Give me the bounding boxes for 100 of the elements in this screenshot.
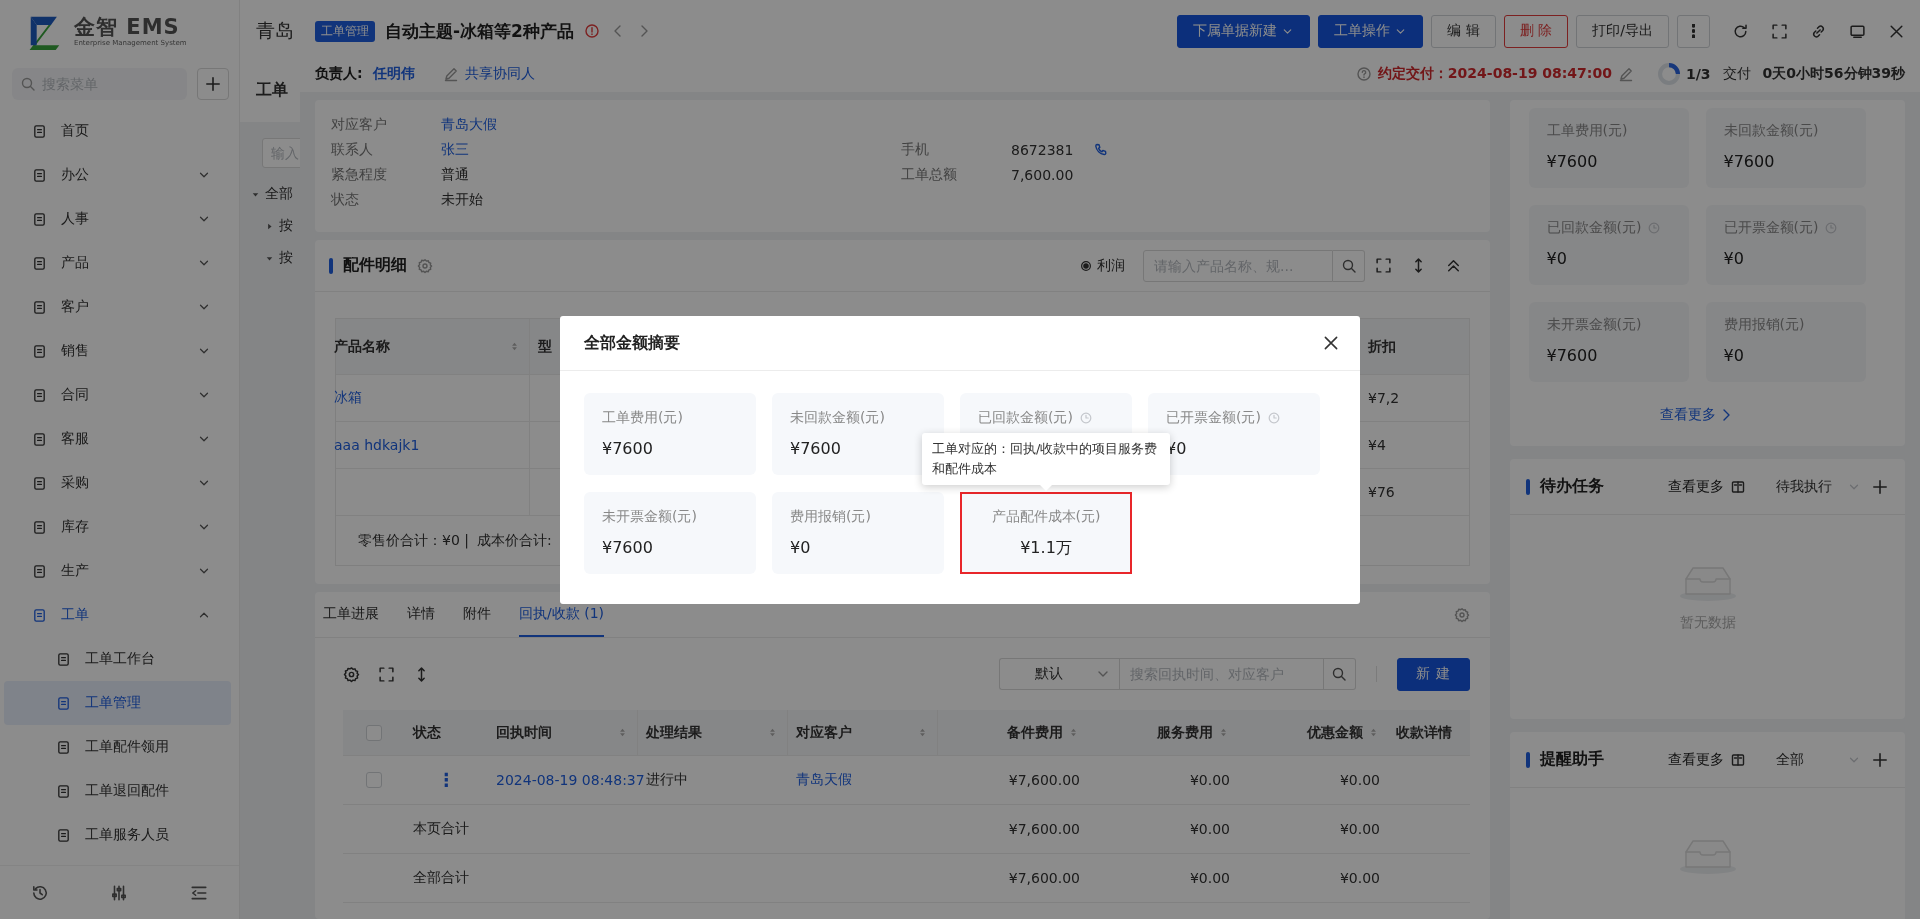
menu-item[interactable]: 客服 [4, 417, 231, 461]
tab[interactable]: 详情 [407, 592, 435, 637]
filter-select[interactable]: 待我执行 [1776, 477, 1861, 496]
tree-node[interactable]: 按 [250, 210, 300, 242]
menu-item[interactable]: 人事 [4, 197, 231, 241]
search-button[interactable] [1323, 658, 1356, 690]
page-icon [32, 607, 47, 623]
table-cell: ¥0.00 [1339, 870, 1380, 886]
menu-item[interactable]: 办公 [4, 153, 231, 197]
field-link[interactable]: 张三 [441, 140, 469, 159]
menu-item[interactable]: 库存 [4, 505, 231, 549]
dropdown-button[interactable]: 工单操作 [1318, 14, 1424, 48]
filter-select[interactable]: 全部 [1776, 750, 1861, 769]
view-more-link[interactable]: 查看更多 [1668, 477, 1746, 496]
action-button[interactable]: 编 辑 [1431, 14, 1496, 48]
row-menu-button[interactable]: ⋮ [433, 771, 460, 789]
column-header[interactable]: 对应客户 [796, 723, 852, 742]
fullscreen-icon[interactable] [1375, 257, 1392, 274]
column-header[interactable]: 产品名称 [334, 337, 390, 356]
settings-icon[interactable] [417, 257, 433, 274]
share-link[interactable]: 共享协同人 [442, 65, 535, 83]
submenu-item[interactable]: 工单退回配件 [4, 769, 231, 813]
view-more-link[interactable]: 查看更多 [1660, 406, 1734, 424]
menu-item[interactable]: 首页 [4, 109, 231, 153]
menu-item[interactable]: 客户 [4, 285, 231, 329]
tab[interactable]: 工单进展 [323, 592, 379, 637]
monitor-icon[interactable] [1849, 22, 1866, 40]
add-button[interactable] [197, 68, 229, 100]
menu-item[interactable]: 销售 [4, 329, 231, 373]
menu-item[interactable]: 工单 [4, 593, 231, 637]
collapse-up-icon[interactable] [1445, 257, 1462, 274]
action-button[interactable]: 打印/导出 [1576, 14, 1669, 48]
pencil-icon [442, 66, 459, 82]
field-link[interactable]: 青岛大假 [441, 115, 497, 134]
column-header[interactable]: 备件费用 [1007, 723, 1063, 742]
fullscreen-icon[interactable] [1771, 22, 1788, 40]
menu-item[interactable]: 生产 [4, 549, 231, 593]
field-label: 工单总额 [901, 165, 958, 184]
menu-item[interactable]: 采购 [4, 461, 231, 505]
plus-icon [204, 75, 222, 93]
fullscreen-icon[interactable] [378, 665, 395, 683]
table-cell: ¥76 [1368, 484, 1395, 500]
total-label: 本页合计 [413, 820, 469, 838]
submenu-item[interactable]: 工单配件领用 [4, 725, 231, 769]
column-header[interactable]: 处理结果 [646, 723, 702, 742]
history-icon[interactable] [30, 883, 49, 902]
table-link[interactable]: 2024-08-19 08:48:37 [496, 772, 645, 788]
sliders-icon[interactable] [110, 883, 129, 902]
amount-label: 费用报销(元) [1723, 316, 1805, 334]
menu-item[interactable]: 合同 [4, 373, 231, 417]
sort-select[interactable]: 默认 [998, 658, 1119, 690]
page-icon [32, 387, 47, 403]
pencil-icon[interactable] [1617, 66, 1634, 82]
product-link[interactable]: 冰箱 [334, 389, 362, 407]
new-button[interactable]: 新 建 [1396, 657, 1470, 691]
amount-label: 已开票金额(元) [1723, 219, 1819, 237]
warning-icon [583, 23, 600, 39]
amount-label: 已开票金额(元) [1166, 409, 1261, 427]
action-button[interactable]: 删 除 [1503, 14, 1569, 48]
tree-node[interactable]: 按 [250, 242, 300, 274]
column-header[interactable]: 优惠金额 [1307, 723, 1363, 742]
search-button[interactable] [1333, 249, 1365, 282]
table-cell: ¥0.00 [1189, 772, 1230, 788]
link-icon[interactable] [1810, 22, 1827, 40]
product-link[interactable]: aaa hdkajk1 [334, 437, 420, 453]
table-cell: ¥7,600.00 [1008, 870, 1080, 886]
submenu-item[interactable]: 工单服务人员 [4, 813, 231, 857]
field-value: 7,600.00 [1011, 166, 1074, 183]
page-icon [56, 651, 71, 667]
close-icon[interactable] [1888, 22, 1905, 40]
amount-label: 未开票金额(元) [1546, 316, 1642, 334]
owner-link[interactable]: 任明伟 [372, 65, 415, 83]
settings-icon[interactable] [343, 665, 360, 683]
menu-item[interactable]: 产品 [4, 241, 231, 285]
submenu-item[interactable]: 工单工作台 [4, 637, 231, 681]
column-header[interactable]: 型 [538, 337, 552, 356]
page-icon [32, 431, 47, 447]
column-header[interactable]: 服务费用 [1157, 723, 1213, 742]
column-header[interactable]: 折扣 [1368, 337, 1396, 356]
plus-icon[interactable] [1871, 477, 1889, 496]
table-cell: ¥0.00 [1339, 821, 1380, 837]
column-header[interactable]: 回执时间 [496, 723, 552, 742]
view-more-link[interactable]: 查看更多 [1668, 750, 1746, 769]
radio-label[interactable]: 利润 [1097, 256, 1125, 275]
dropdown-button[interactable]: 下属单据新建 [1177, 14, 1311, 48]
settings-icon[interactable] [1454, 606, 1470, 623]
submenu-item[interactable]: 工单管理 [4, 681, 231, 725]
table-link[interactable]: 青岛天假 [796, 771, 852, 789]
plus-icon[interactable] [1871, 750, 1889, 769]
tree-node[interactable]: 全部 [250, 178, 300, 210]
table-cell: ¥0.00 [1189, 821, 1230, 837]
checkbox[interactable] [366, 724, 382, 741]
tab[interactable]: 附件 [463, 592, 491, 637]
more-button[interactable] [1677, 14, 1710, 48]
refresh-icon[interactable] [1732, 22, 1749, 40]
search-icon [1331, 666, 1348, 682]
close-icon[interactable] [1322, 334, 1340, 352]
radio[interactable] [1079, 258, 1093, 273]
search-icon [1340, 257, 1357, 274]
checkbox[interactable] [366, 772, 382, 788]
